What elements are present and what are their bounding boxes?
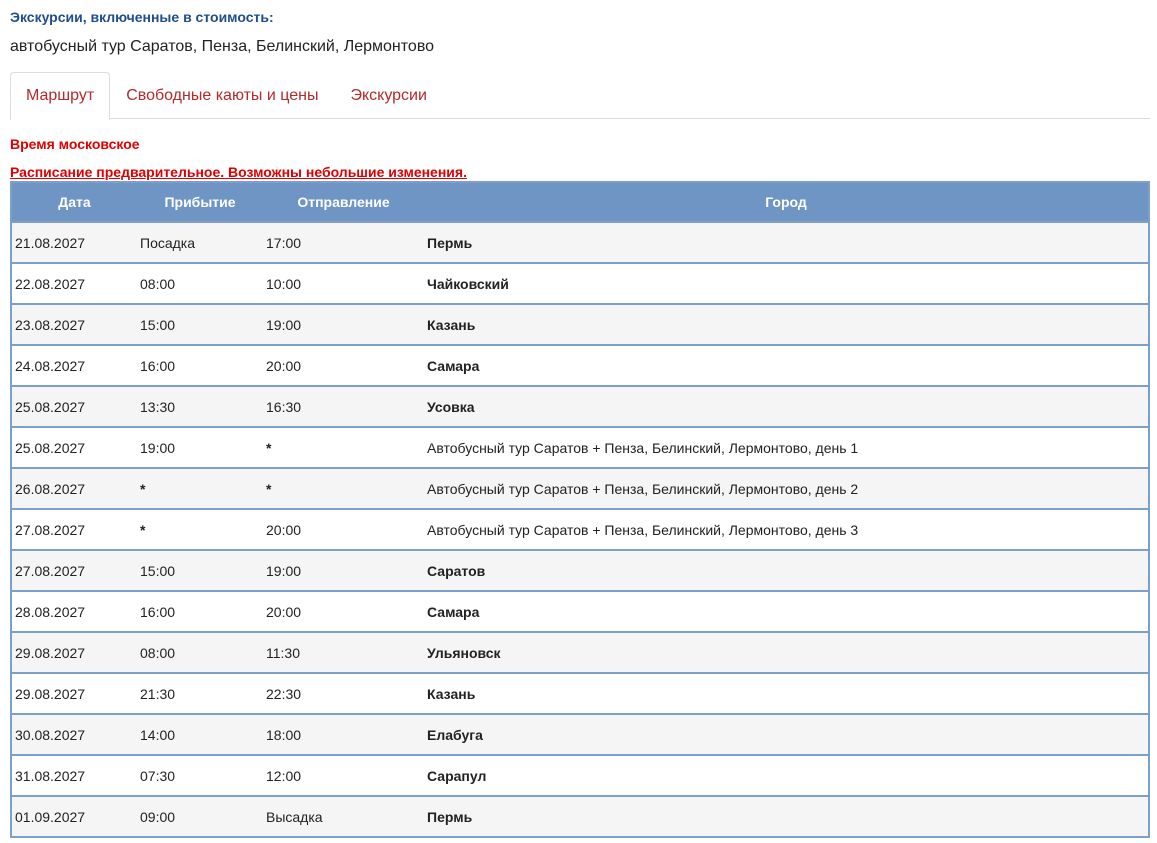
table-row: 26.08.2027 * * Автобусный тур Саратов + Пен… xyxy=(11,467,1149,509)
table-row: 28.08.2027 16:00 20:00 Самара xyxy=(11,590,1149,632)
cell-date: 27.08.2027 xyxy=(11,508,137,550)
cell-date: 26.08.2027 xyxy=(11,467,137,509)
cell-departure: 22:30 xyxy=(263,672,424,714)
cell-arrival: 13:30 xyxy=(137,385,263,427)
tab-route[interactable]: Маршрут xyxy=(10,72,111,120)
cell-departure: 10:00 xyxy=(263,262,424,304)
cell-departure: 20:00 xyxy=(263,508,424,550)
table-row: 27.08.2027 * 20:00 Автобусный тур Саратов +… xyxy=(11,508,1149,550)
cell-excursion[interactable]: Автобусный тур Саратов + Пенза, Белински… xyxy=(424,426,1149,468)
excursions-text: автобусный тур Саратов, Пенза, Белинский… xyxy=(10,38,435,55)
table-row: 24.08.2027 16:00 20:00 Самара xyxy=(11,344,1149,386)
cell-city[interactable]: Чайковский xyxy=(424,262,1149,304)
cell-city[interactable]: Казань xyxy=(424,672,1149,714)
cell-arrival: 19:00 xyxy=(137,426,263,468)
cell-date: 23.08.2027 xyxy=(11,303,137,345)
cell-departure: 19:00 xyxy=(263,303,424,345)
table-row: 21.08.2027 Посадка 17:00 Пермь xyxy=(11,221,1149,263)
table-row: 01.09.2027 09:00 Высадка Пермь xyxy=(11,795,1149,837)
cell-departure: * xyxy=(263,426,424,468)
cell-arrival: 14:00 xyxy=(137,713,263,755)
cell-arrival: 15:00 xyxy=(137,303,263,345)
cell-city[interactable]: Самара xyxy=(424,344,1149,386)
cell-arrival: 08:00 xyxy=(137,631,263,673)
cell-date: 01.09.2027 xyxy=(11,795,137,837)
cell-city[interactable]: Сарапул xyxy=(424,754,1149,796)
cell-date: 27.08.2027 xyxy=(11,549,137,591)
header-city: Город xyxy=(424,182,1149,222)
table-row: 30.08.2027 14:00 18:00 Елабуга xyxy=(11,713,1149,755)
cell-arrival: Посадка xyxy=(137,221,263,263)
cell-departure: 17:00 xyxy=(263,221,424,263)
cell-arrival: 15:00 xyxy=(137,549,263,591)
cell-date: 24.08.2027 xyxy=(11,344,137,386)
cell-city[interactable]: Пермь xyxy=(424,795,1149,837)
cell-date: 25.08.2027 xyxy=(11,426,137,468)
route-table-body: 21.08.2027 Посадка 17:00 Пермь 22.08.2027 08:… xyxy=(11,221,1149,837)
cell-departure: 18:00 xyxy=(263,713,424,755)
cell-date: 31.08.2027 xyxy=(11,754,137,796)
header-date: Дата xyxy=(11,182,137,222)
cell-departure: 12:00 xyxy=(263,754,424,796)
route-table: Дата Прибытие Отправление Город 21.08.20… xyxy=(10,181,1150,838)
cell-city[interactable]: Самара xyxy=(424,590,1149,632)
cell-arrival: 16:00 xyxy=(137,344,263,386)
time-zone-note: Время московское xyxy=(10,136,140,152)
table-row: 29.08.2027 08:00 11:30 Ульяновск xyxy=(11,631,1149,673)
cell-departure: 20:00 xyxy=(263,590,424,632)
cell-arrival: 21:30 xyxy=(137,672,263,714)
cell-date: 22.08.2027 xyxy=(11,262,137,304)
cell-departure: 20:00 xyxy=(263,344,424,386)
cell-city[interactable]: Усовка xyxy=(424,385,1149,427)
cell-arrival: 09:00 xyxy=(137,795,263,837)
header-arrival: Прибытие xyxy=(137,182,263,222)
cell-city[interactable]: Пермь xyxy=(424,221,1149,263)
tab-excursions[interactable]: Экскурсии xyxy=(334,72,442,118)
cell-arrival: 16:00 xyxy=(137,590,263,632)
cell-departure: 16:30 xyxy=(263,385,424,427)
cell-arrival: * xyxy=(137,467,263,509)
schedule-note: Расписание предварительное. Возможны неб… xyxy=(10,164,467,180)
cell-city[interactable]: Елабуга xyxy=(424,713,1149,755)
cell-date: 30.08.2027 xyxy=(11,713,137,755)
cell-arrival: 08:00 xyxy=(137,262,263,304)
cell-arrival: * xyxy=(137,508,263,550)
cell-excursion[interactable]: Автобусный тур Саратов + Пенза, Белински… xyxy=(424,467,1149,509)
cell-departure: * xyxy=(263,467,424,509)
cell-date: 21.08.2027 xyxy=(11,221,137,263)
table-row: 29.08.2027 21:30 22:30 Казань xyxy=(11,672,1149,714)
cell-date: 25.08.2027 xyxy=(11,385,137,427)
cell-city[interactable]: Саратов xyxy=(424,549,1149,591)
cell-date: 29.08.2027 xyxy=(11,672,137,714)
cell-date: 28.08.2027 xyxy=(11,590,137,632)
excursions-label: Экскурсии, включенные в стоимость: xyxy=(10,9,274,25)
table-row: 23.08.2027 15:00 19:00 Казань xyxy=(11,303,1149,345)
table-header-row: Дата Прибытие Отправление Город xyxy=(11,182,1149,222)
table-row: 25.08.2027 19:00 * Автобусный тур Саратов +… xyxy=(11,426,1149,468)
cell-departure: 19:00 xyxy=(263,549,424,591)
cell-arrival: 07:30 xyxy=(137,754,263,796)
cell-date: 29.08.2027 xyxy=(11,631,137,673)
table-row: 31.08.2027 07:30 12:00 Сарапул xyxy=(11,754,1149,796)
table-row: 25.08.2027 13:30 16:30 Усовка xyxy=(11,385,1149,427)
cell-departure: 11:30 xyxy=(263,631,424,673)
table-row: 27.08.2027 15:00 19:00 Саратов xyxy=(11,549,1149,591)
cell-city[interactable]: Ульяновск xyxy=(424,631,1149,673)
cell-excursion[interactable]: Автобусный тур Саратов + Пенза, Белински… xyxy=(424,508,1149,550)
tab-cabins-prices[interactable]: Свободные каюты и цены xyxy=(110,72,334,118)
table-row: 22.08.2027 08:00 10:00 Чайковский xyxy=(11,262,1149,304)
cell-city[interactable]: Казань xyxy=(424,303,1149,345)
tab-bar: Маршрут Свободные каюты и цены Экскурсии xyxy=(10,72,1150,120)
cell-departure: Высадка xyxy=(263,795,424,837)
header-departure: Отправление xyxy=(263,182,424,222)
